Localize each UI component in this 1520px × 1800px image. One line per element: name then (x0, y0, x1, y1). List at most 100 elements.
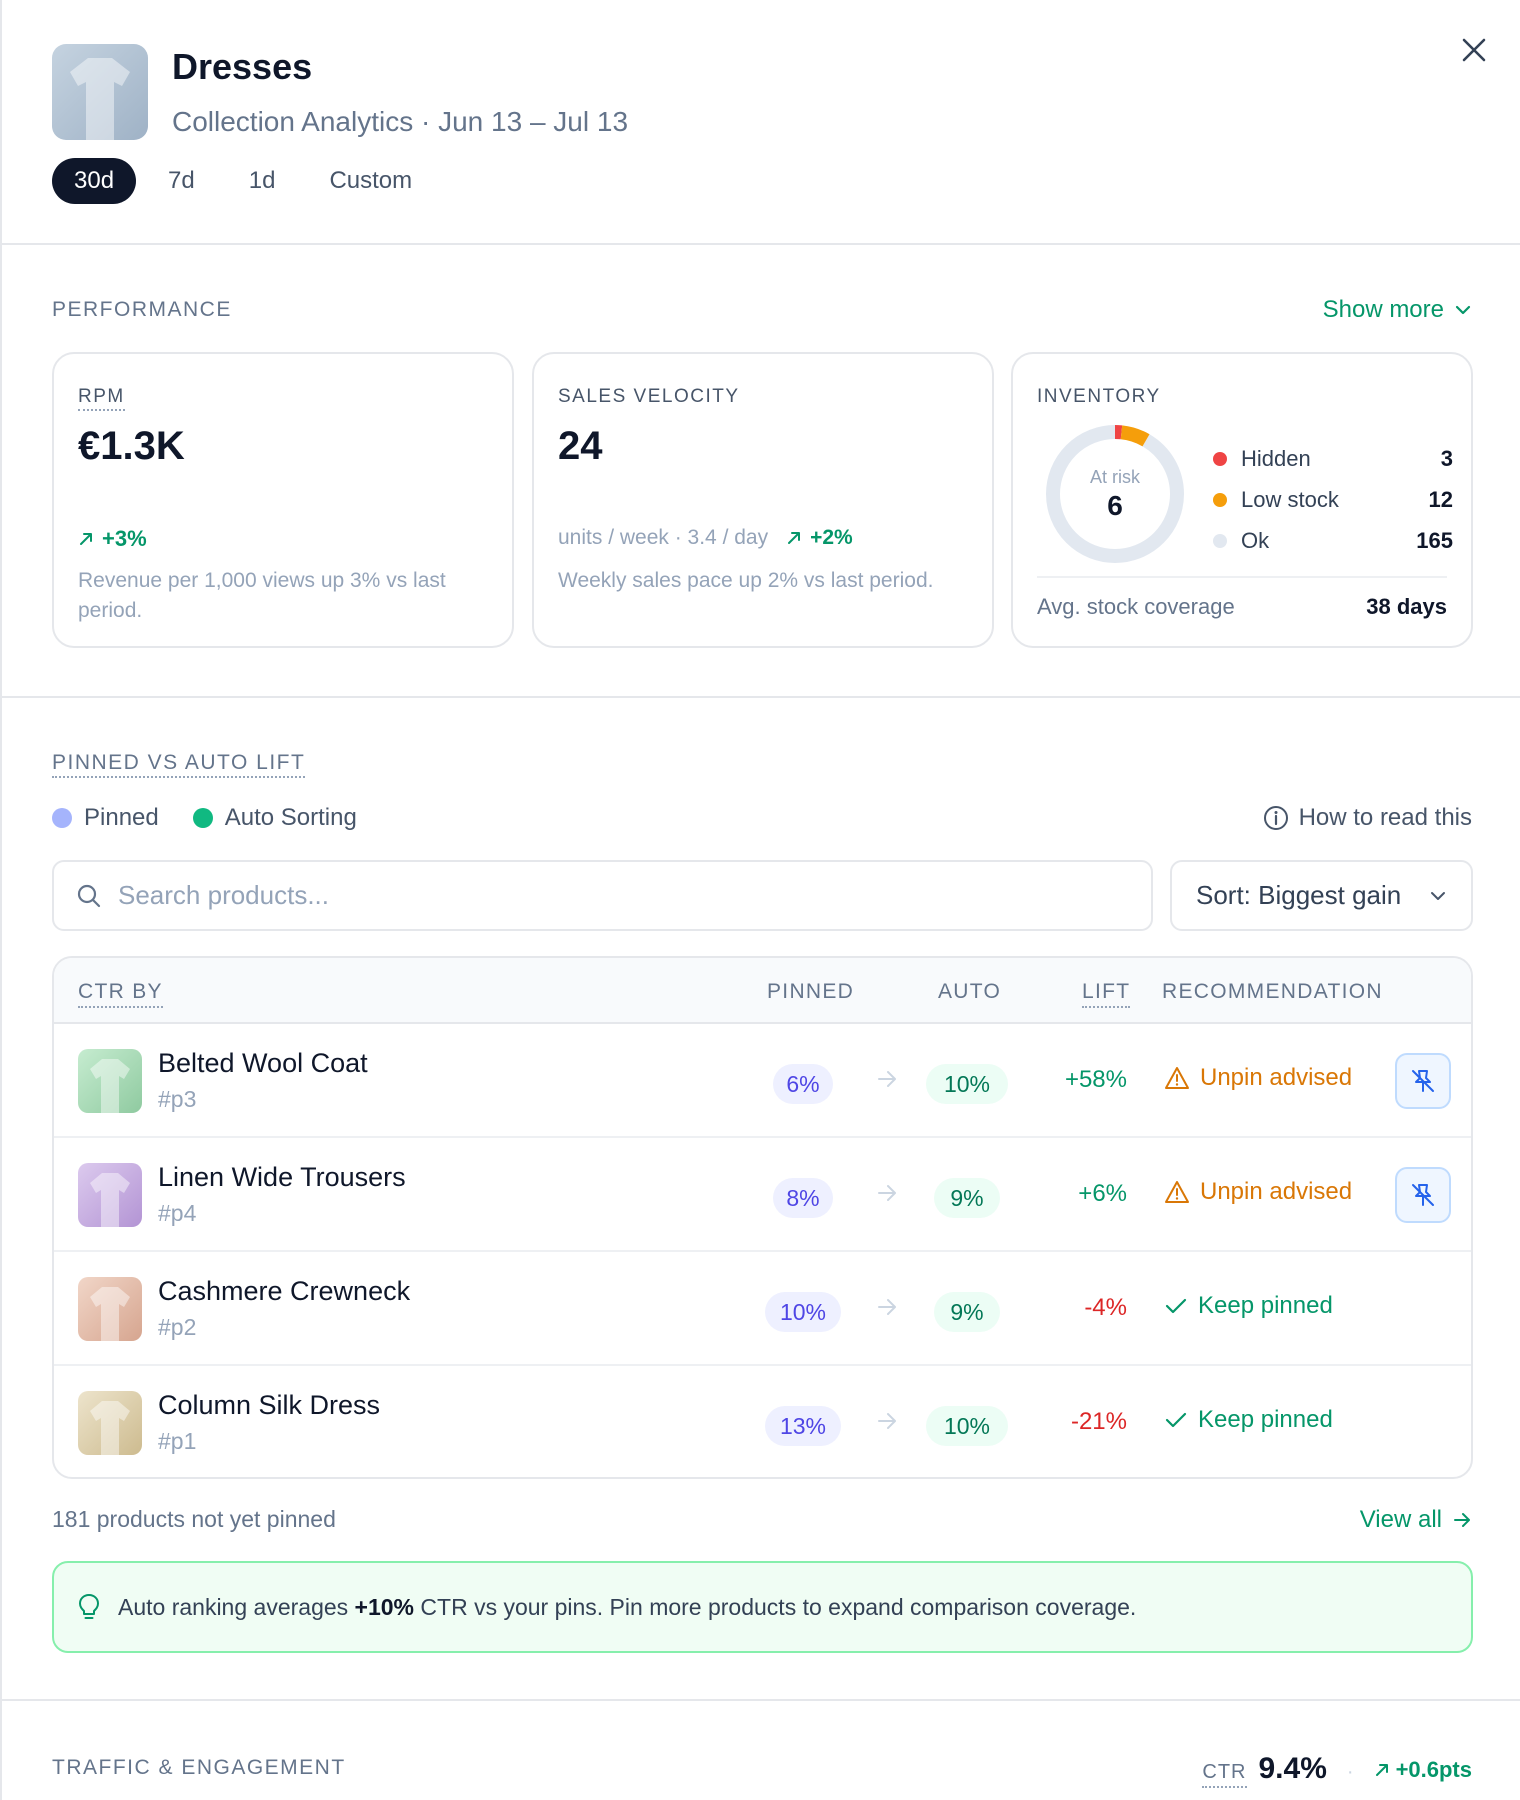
check-icon (1165, 1298, 1187, 1314)
arrow-right-icon (878, 1071, 896, 1087)
view-all-link[interactable]: View all (1360, 1506, 1472, 1534)
garment-icon (90, 1173, 130, 1227)
low-stock-label: Low stock (1241, 486, 1339, 512)
auto-ctr: 9% (934, 1178, 1000, 1218)
recommendation-label: Unpin advised (1200, 1178, 1353, 1205)
product-name: Belted Wool Coat (158, 1048, 368, 1078)
unpin-button[interactable] (1395, 1053, 1451, 1109)
pinned-ctr: 6% (773, 1064, 833, 1104)
recommendation: Keep pinned (1164, 1292, 1333, 1320)
hidden-dot (1213, 451, 1227, 466)
col-pinned: PINNED (767, 980, 855, 1003)
chevron-down-icon (1455, 305, 1471, 315)
tab-custom[interactable]: Custom (307, 158, 434, 204)
garment-icon (90, 1059, 130, 1113)
donut-center: At risk 6 (1041, 420, 1189, 568)
tab-7d[interactable]: 7d (146, 158, 217, 204)
recommendation-label: Keep pinned (1198, 1406, 1333, 1433)
product-id: #p3 (158, 1086, 197, 1112)
inventory-legend: Hidden 3 Low stock 12 Ok 165 (1213, 438, 1453, 561)
product-thumbnail (78, 1391, 142, 1455)
lift-section-label: PINNED VS AUTO LIFT (52, 751, 306, 778)
search-icon (77, 884, 101, 907)
rpm-delta-value: +3% (102, 526, 147, 551)
garment-icon (90, 1401, 130, 1455)
lift-legend: Pinned Auto Sorting (52, 804, 357, 832)
product-name: Linen Wide Trousers (158, 1162, 406, 1192)
view-all-label: View all (1359, 1506, 1442, 1533)
garment-icon (90, 1287, 130, 1341)
recommendation: Unpin advised (1164, 1178, 1352, 1206)
table-row[interactable]: Belted Wool Coat #p3 6% 10% +58% Unpin a… (54, 1024, 1471, 1138)
auto-ctr: 9% (934, 1292, 1000, 1332)
product-thumbnail (78, 1277, 142, 1341)
trend-up-icon (788, 532, 801, 544)
collection-thumbnail (52, 44, 148, 140)
lift-table: CTR BY PINNED AUTO LIFT RECOMMENDATION B… (52, 956, 1473, 1479)
velocity-units: units / week · 3.4 / day (558, 526, 769, 549)
insight-banner: Auto ranking averages +10% CTR vs your p… (52, 1561, 1473, 1653)
lift-section-label-text: PINNED VS AUTO LIFT (52, 751, 306, 778)
legend-auto-sorting: Auto Sorting (192, 804, 357, 832)
chevron-down-icon (1431, 891, 1445, 900)
show-more-button[interactable]: Show more (1323, 296, 1472, 324)
pinned-ctr: 10% (765, 1292, 841, 1332)
close-icon (1462, 38, 1486, 62)
velocity-sub: units / week · 3.4 / day +2% (558, 526, 853, 550)
ctr-label[interactable]: CTR (1202, 1761, 1247, 1788)
recommendation-label: Unpin advised (1200, 1064, 1353, 1091)
product-id: #p2 (158, 1314, 197, 1340)
donut-label: At risk (1089, 466, 1140, 487)
rpm-delta: +3% (78, 526, 147, 552)
legend-auto-label: Auto Sorting (224, 804, 357, 831)
check-icon (1165, 1412, 1187, 1428)
analytics-panel: Dresses Collection Analytics · Jun 13 – … (0, 0, 1520, 1800)
product-name: Cashmere Crewneck (158, 1276, 411, 1306)
search-input[interactable] (118, 880, 1018, 911)
table-header: CTR BY PINNED AUTO LIFT RECOMMENDATION (54, 958, 1471, 1024)
legend-hidden: Hidden 3 (1213, 438, 1453, 479)
close-button[interactable] (1454, 30, 1494, 70)
low-stock-dot (1213, 492, 1227, 507)
stock-coverage: Avg. stock coverage 38 days (1037, 594, 1447, 620)
sort-dropdown[interactable]: Sort: Biggest gain (1170, 860, 1473, 931)
unpin-button[interactable] (1395, 1167, 1451, 1223)
table-row[interactable]: Linen Wide Trousers #p4 8% 9% +6% Unpin … (54, 1138, 1471, 1252)
tab-1d[interactable]: 1d (227, 158, 298, 204)
product-thumbnail (78, 1049, 142, 1113)
col-auto: AUTO (938, 980, 1002, 1003)
table-row[interactable]: Column Silk Dress #p1 13% 10% -21% Keep … (54, 1366, 1471, 1477)
velocity-delta-value: +2% (810, 526, 853, 549)
legend-pinned: Pinned (52, 804, 159, 832)
arrow-right-icon (1454, 1513, 1470, 1527)
how-to-read-link[interactable]: How to read this (1263, 804, 1472, 832)
rpm-label: RPM (78, 386, 125, 411)
section-divider (2, 1699, 1520, 1701)
legend-pinned-label: Pinned (84, 804, 159, 831)
col-lift[interactable]: LIFT (1082, 980, 1131, 1008)
legend-ok: Ok 165 (1213, 520, 1453, 561)
trend-up-icon (1375, 1764, 1388, 1776)
product-name: Column Silk Dress (158, 1390, 381, 1420)
ctr-summary: CTR 9.4% · +0.6pts (1202, 1752, 1472, 1788)
sort-label: Sort: Biggest gain (1196, 880, 1402, 910)
trend-up-icon (80, 533, 92, 545)
inventory-label: INVENTORY (1037, 386, 1161, 407)
traffic-section-label: TRAFFIC & ENGAGEMENT (52, 1756, 346, 1779)
velocity-value: 24 (558, 424, 603, 468)
pinned-dot (52, 808, 72, 828)
hidden-count: 3 (1440, 445, 1453, 471)
ok-dot (1213, 533, 1227, 548)
tab-30d[interactable]: 30d (52, 158, 137, 204)
ok-count: 165 (1416, 527, 1453, 553)
table-row[interactable]: Cashmere Crewneck #p2 10% 9% -4% Keep pi… (54, 1252, 1471, 1366)
garment-icon (70, 58, 130, 140)
col-ctr-by[interactable]: CTR BY (78, 980, 163, 1008)
page-subtitle: Collection Analytics · Jun 13 – Jul 13 (172, 106, 629, 137)
info-icon (1263, 806, 1288, 830)
pinned-ctr: 8% (773, 1178, 833, 1218)
arrow-right-icon (878, 1413, 896, 1429)
rpm-label-text: RPM (78, 386, 125, 411)
recommendation: Keep pinned (1164, 1406, 1333, 1434)
recommendation: Unpin advised (1164, 1064, 1352, 1092)
